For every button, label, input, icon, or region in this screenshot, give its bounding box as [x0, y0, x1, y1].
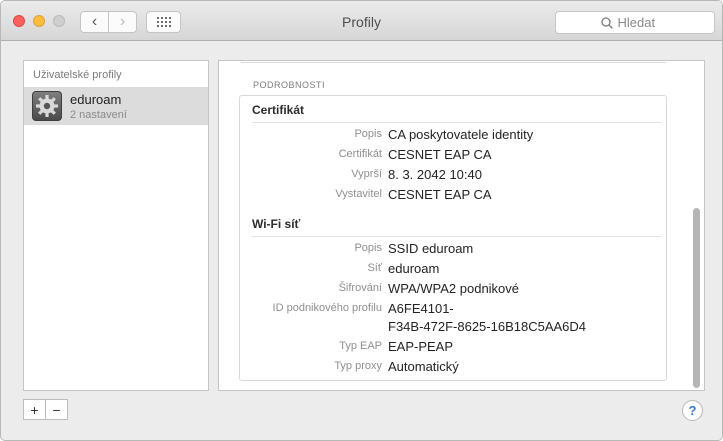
row-value: Automatický	[388, 359, 459, 374]
row-value: CA poskytovatele identity	[388, 127, 534, 142]
cert-row-issuer: Vystavitel CESNET EAP CA	[240, 187, 668, 206]
row-value: EAP-PEAP	[388, 339, 454, 354]
wifi-section-title: Wi-Fi síť	[252, 217, 301, 231]
details-scrollbar[interactable]	[689, 61, 704, 390]
certificate-divider	[252, 122, 662, 123]
row-value: 8. 3. 2042 10:40	[388, 167, 482, 182]
wifi-row-proxy-type: Typ proxy Automatický	[240, 359, 668, 378]
row-value: CESNET EAP CA	[388, 147, 492, 162]
wifi-divider	[252, 236, 662, 237]
details-card: Certifikát Popis CA poskytovatele identi…	[239, 95, 667, 381]
search-field[interactable]	[555, 11, 715, 34]
settings-gear-icon	[32, 91, 62, 121]
remove-profile-button[interactable]: −	[45, 400, 67, 419]
row-value: CESNET EAP CA	[388, 187, 492, 202]
row-label: Vyprší	[351, 168, 382, 180]
sidebar-header: Uživatelské profily	[33, 69, 122, 81]
row-value: A6FE4101-	[388, 301, 454, 316]
profiles-sidebar: Uživatelské profily eduroam 2 nastavení	[23, 60, 209, 391]
row-label: Šifrování	[338, 282, 382, 294]
cert-row-description: Popis CA poskytovatele identity	[240, 127, 668, 146]
row-label: Síť	[367, 262, 382, 274]
profile-subtitle: 2 nastavení	[70, 109, 127, 121]
profile-name: eduroam	[70, 92, 122, 107]
row-label: Typ proxy	[334, 360, 382, 372]
add-remove-bar: + −	[23, 399, 68, 420]
profile-details-panel[interactable]: PODROBNOSTI Certifikát Popis CA poskytov…	[218, 60, 705, 391]
scrollbar-thumb[interactable]	[693, 208, 700, 388]
row-value: eduroam	[388, 261, 440, 276]
wifi-row-enterprise-profile-id: ID podnikového profilu A6FE4101- F34B-47…	[240, 301, 668, 338]
wifi-row-network: Síť eduroam	[240, 261, 668, 280]
sidebar-item-eduroam[interactable]: eduroam 2 nastavení	[24, 87, 208, 125]
cert-row-expires: Vyprší 8. 3. 2042 10:40	[240, 167, 668, 186]
row-label: Typ EAP	[339, 340, 382, 352]
search-icon	[600, 16, 613, 29]
row-label: Certifikát	[338, 148, 382, 160]
wifi-row-description: Popis SSID eduroam	[240, 241, 668, 260]
row-label: Vystavitel	[335, 188, 382, 200]
title-bar: ‹ › Profily	[1, 1, 722, 41]
cert-row-certificate: Certifikát CESNET EAP CA	[240, 147, 668, 166]
row-value: WPA/WPA2 podnikové	[388, 281, 520, 296]
row-value-continued: F34B-472F-8625-16B18C5AA6D4	[388, 319, 587, 334]
help-button[interactable]: ?	[682, 400, 703, 421]
system-preferences-window: ‹ › Profily Uživatelské profily	[0, 0, 723, 441]
row-label: Popis	[354, 128, 382, 140]
add-profile-button[interactable]: +	[24, 400, 45, 419]
row-value: SSID eduroam	[388, 241, 474, 256]
row-label: ID podnikového profilu	[272, 302, 382, 314]
details-section-label: PODROBNOSTI	[253, 80, 326, 90]
wifi-row-encryption: Šifrování WPA/WPA2 podnikové	[240, 281, 668, 300]
row-label: Popis	[354, 242, 382, 254]
wifi-row-eap-type: Typ EAP EAP-PEAP	[240, 339, 668, 358]
certificate-section-title: Certifikát	[252, 103, 305, 117]
search-input[interactable]	[617, 15, 670, 30]
top-divider	[241, 62, 666, 63]
